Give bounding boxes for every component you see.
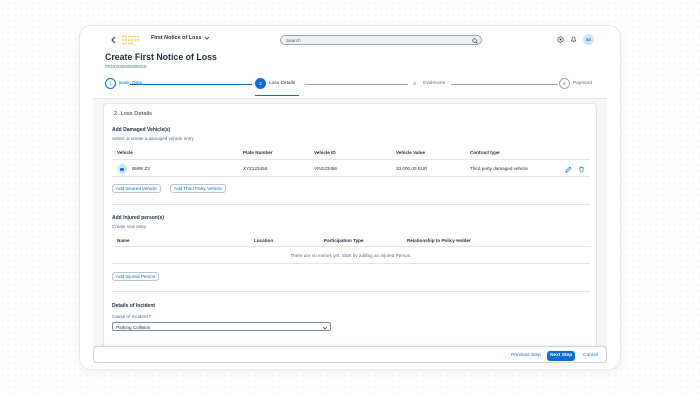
step-evidences[interactable]: 3 Evidences xyxy=(409,78,445,89)
step-label: Evidences xyxy=(423,81,446,86)
step-label: Basic Data xyxy=(119,81,143,86)
step-connector-2 xyxy=(305,83,408,85)
column-header: Plate Number xyxy=(243,150,273,155)
column-header: Vehicle xyxy=(117,150,133,155)
cause-field-label: Cause of Incident * xyxy=(112,314,151,319)
step-loss-details[interactable]: 2 Loss Details xyxy=(255,78,295,89)
shell-bar: First Notice of Loss Search SD xyxy=(93,32,607,49)
add-injured-person-button[interactable]: Add Injured Person xyxy=(112,272,160,281)
step-connector-3 xyxy=(451,83,558,85)
step-payment[interactable]: 4 Payment xyxy=(559,78,592,89)
loss-details-card: 2. Loss Details Add Damaged Vehicle(s) S… xyxy=(103,103,597,363)
page-title: Create First Notice of Loss xyxy=(105,52,217,62)
section-title: 2. Loss Details xyxy=(114,111,153,117)
next-step-button[interactable]: Next Step xyxy=(547,350,576,361)
chevron-down-icon xyxy=(322,326,328,329)
table-divider xyxy=(112,246,590,247)
step-number: 2 xyxy=(255,78,266,89)
page-subtitle: FNOL0000000000218 xyxy=(105,64,147,69)
step-label: Loss Details xyxy=(269,81,296,86)
column-header: Vehicle ID xyxy=(314,150,336,155)
table-divider xyxy=(112,159,590,160)
search-input[interactable]: Search xyxy=(280,35,482,45)
column-header: Relationship to Policy Holder xyxy=(407,238,471,243)
cell-vehicle-id: VIN123456 xyxy=(314,166,337,171)
copilot-icon[interactable] xyxy=(557,36,564,43)
edit-icon[interactable] xyxy=(565,166,572,173)
chevron-left-icon[interactable] xyxy=(109,35,119,45)
search-placeholder: Search xyxy=(286,38,301,43)
vehicles-group-title: Add Damaged Vehicle(s) xyxy=(112,127,171,133)
add-insured-vehicle-button[interactable]: Add Insured Vehicle xyxy=(112,184,161,193)
step-basic-data[interactable]: 1 Basic Data xyxy=(105,78,142,89)
empty-table-message: There are no entries yet. Start by addin… xyxy=(290,253,412,258)
device-frame: First Notice of Loss Search SD Create Fi… xyxy=(80,26,620,369)
avatar[interactable]: SD xyxy=(583,34,594,45)
chevron-down-icon xyxy=(205,36,210,40)
cause-selected-value: Parking Collision xyxy=(116,324,151,330)
step-label: Payment xyxy=(573,81,592,86)
required-marker: * xyxy=(149,314,151,319)
table-divider xyxy=(112,263,590,264)
app-title: First Notice of Loss xyxy=(151,35,202,41)
delete-icon[interactable] xyxy=(578,166,585,173)
persons-group-title: Add Injured person(s) xyxy=(112,215,164,221)
cell-contract: Third party damaged vehicle xyxy=(470,166,528,171)
search-icon[interactable] xyxy=(472,38,478,44)
column-header: Participation Type xyxy=(324,238,364,243)
vehicles-group-subtitle: Select or create a damaged vehicle entry xyxy=(112,136,194,141)
car-glyph xyxy=(120,168,124,172)
step-connector-1 xyxy=(130,83,252,85)
active-step-indicator xyxy=(255,95,299,97)
cause-of-incident-select[interactable]: Parking Collision xyxy=(112,322,331,331)
incident-group-title: Details of Incident xyxy=(112,303,156,309)
persons-group-subtitle: Create new entry xyxy=(112,224,147,229)
company-logo xyxy=(122,35,139,45)
table-divider xyxy=(112,176,590,177)
cell-vehicle: BMW Z3 xyxy=(132,166,150,171)
cause-label-text: Cause of Incident xyxy=(112,314,148,319)
app-screen: First Notice of Loss Search SD Create Fi… xyxy=(93,32,607,363)
group-divider xyxy=(112,291,590,292)
app-title-menu[interactable]: First Notice of Loss xyxy=(151,35,210,41)
cancel-button[interactable]: Cancel xyxy=(580,351,601,361)
column-header: Vehicle Value xyxy=(396,150,426,155)
cell-value: 20,000.00 EUR xyxy=(396,166,428,171)
add-third-party-vehicle-button[interactable]: Add Third Party Vehicle xyxy=(170,184,226,193)
group-divider xyxy=(112,204,590,205)
step-number: 3 xyxy=(413,81,416,86)
column-header: Location xyxy=(254,238,274,243)
cell-plate: XYZ123456 xyxy=(243,166,268,171)
column-header: Contract type xyxy=(470,150,500,155)
column-header: Name xyxy=(117,238,130,243)
footer-toolbar: Previous Step Next Step Cancel xyxy=(93,346,607,363)
bell-icon[interactable] xyxy=(570,36,577,43)
step-number: 1 xyxy=(105,78,116,89)
step-number: 4 xyxy=(559,78,570,89)
car-icon xyxy=(117,164,127,174)
page-header: Create First Notice of Loss FNOL00000000… xyxy=(93,49,607,99)
previous-step-button[interactable]: Previous Step xyxy=(508,351,544,361)
